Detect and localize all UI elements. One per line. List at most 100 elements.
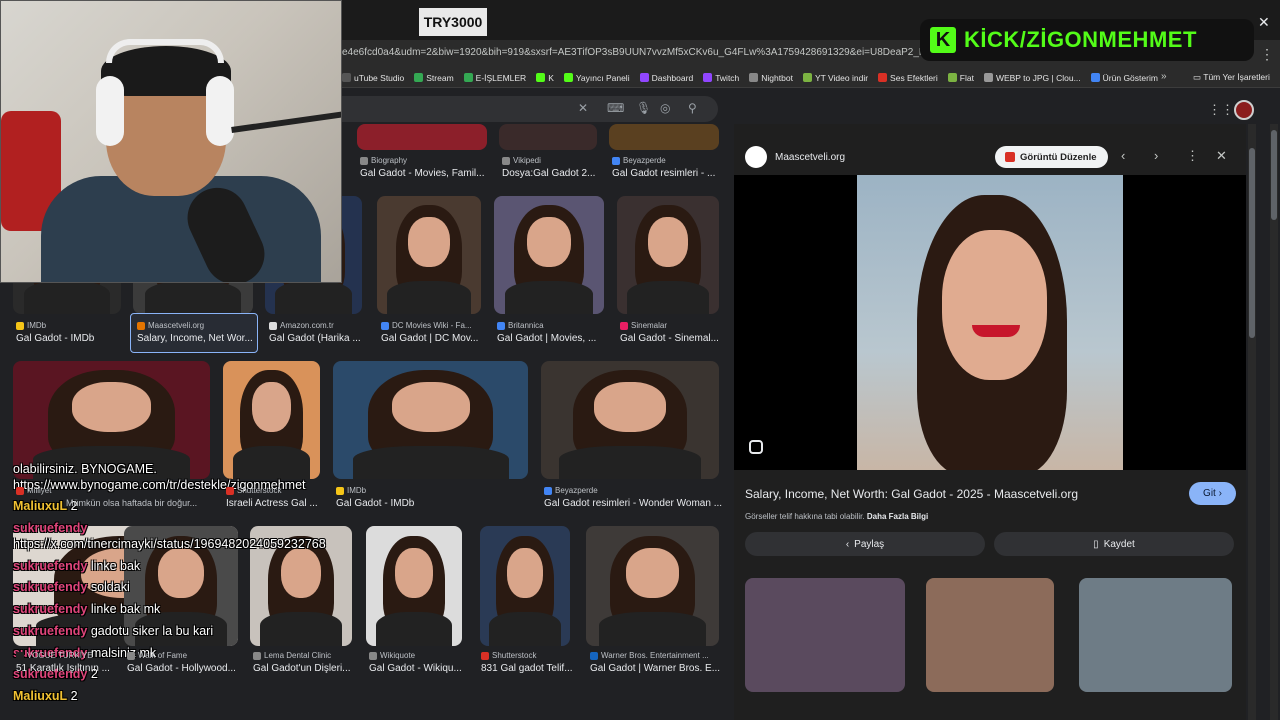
result-thumbnail[interactable]	[333, 361, 528, 479]
result-source[interactable]: Amazon.com.tr	[269, 321, 334, 330]
bookmark-item[interactable]: Ses Efektleri	[878, 73, 938, 83]
bookmark-item[interactable]: Yayıncı Paneli	[563, 73, 630, 83]
result-thumbnail[interactable]	[223, 361, 320, 479]
preview-image[interactable]	[857, 175, 1123, 470]
bookmark-item[interactable]: Stream	[414, 73, 454, 83]
next-arrow-icon[interactable]: ›	[1154, 148, 1158, 163]
result-thumbnail[interactable]	[609, 124, 719, 150]
share-button[interactable]: ‹ Paylaş	[745, 532, 985, 556]
page-scrollbar-thumb[interactable]	[1271, 130, 1277, 220]
result-source[interactable]: DC Movies Wiki - Fa...	[381, 321, 472, 330]
result-source[interactable]: Milliyet	[16, 486, 51, 495]
result-source[interactable]: IMDb	[336, 486, 366, 495]
bookmark-item[interactable]: K	[536, 73, 554, 83]
bookmark-item[interactable]: Nightbot	[749, 73, 793, 83]
bookmark-item[interactable]: YT Video indir	[802, 73, 868, 83]
clear-icon[interactable]: ✕	[578, 101, 588, 115]
result-source[interactable]: Shutterstock	[481, 651, 536, 660]
result-title[interactable]: 51 Karatlık Işıltının ...	[16, 663, 110, 674]
result-thumbnail[interactable]	[377, 196, 481, 314]
save-button[interactable]: ▯ Kaydet	[994, 532, 1234, 556]
result-thumbnail[interactable]	[480, 526, 570, 646]
related-image[interactable]	[926, 578, 1054, 692]
chat-message: sukruefendy gadotu siker la bu kari	[13, 624, 213, 638]
chat-message: https://x.com/tinercimayki/status/196948…	[13, 537, 326, 551]
result-title[interactable]: Dosya:Gal Gadot 2...	[502, 168, 595, 179]
result-title[interactable]: Gal Gadot'un Dişleri...	[253, 663, 351, 674]
result-title[interactable]: Gal Gadot | Warner Bros. E...	[590, 663, 720, 674]
result-title[interactable]: 831 Gal gadot Telif...	[481, 663, 573, 674]
related-image[interactable]	[1079, 578, 1232, 692]
result-title[interactable]: Gal Gadot - IMDb	[336, 498, 414, 509]
bookmark-label: Ürün Gösterim	[1102, 72, 1158, 83]
panel-close-icon[interactable]: ✕	[1216, 148, 1227, 164]
bookmarks-bar: uTube Studio Stream E-İŞLEMLER K Yayıncı Pan…	[340, 68, 1280, 88]
result-source[interactable]: Beyazperde	[544, 486, 598, 495]
bookmark-item[interactable]: Twitch	[703, 73, 739, 83]
result-thumbnail[interactable]	[617, 196, 719, 314]
result-title[interactable]: Gal Gadot - Hollywood...	[127, 663, 236, 674]
all-bookmarks-folder[interactable]: ▭ Tüm Yer İşaretleri	[1193, 72, 1270, 83]
result-source[interactable]: Wikiquote	[369, 651, 415, 660]
result-source[interactable]: Biography	[360, 156, 407, 165]
result-title[interactable]: Gal Gadot - Movies, Famil...	[360, 168, 484, 179]
result-source[interactable]: Maascetveli.org	[137, 321, 204, 330]
window-close-icon[interactable]: ✕	[1258, 14, 1270, 31]
visual-search-icon[interactable]	[749, 440, 763, 454]
result-source[interactable]: Walk of Fame	[127, 651, 187, 660]
panel-more-icon[interactable]: ⋮	[1186, 148, 1199, 164]
result-thumbnail[interactable]	[366, 526, 462, 646]
bookmark-item[interactable]: E-İŞLEMLER	[463, 73, 526, 83]
bookmark-item[interactable]: WEBP to JPG | Clou...	[983, 73, 1081, 83]
result-title[interactable]: Gal Gadot resimleri - Wonder Woman ...	[544, 498, 722, 509]
result-source[interactable]: Warner Bros. Entertainment ...	[590, 651, 709, 660]
bookmark-item[interactable]: Flat	[947, 73, 974, 83]
result-source[interactable]: VOGUE TÜRKİYE	[16, 651, 93, 660]
visit-button[interactable]: Git ›	[1189, 482, 1236, 505]
microphone-icon[interactable]: 🎙	[636, 101, 651, 115]
result-source[interactable]: Lema Dental Clinic	[253, 651, 331, 660]
result-source[interactable]: Beyazperde	[612, 156, 666, 165]
edit-icon	[1005, 152, 1015, 162]
result-title[interactable]: Salary, Income, Net Wor...	[137, 333, 253, 344]
learn-more-link[interactable]: Daha Fazla Bilgi	[867, 512, 928, 521]
result-title[interactable]: Gal Gadot | Movies, ...	[497, 333, 596, 344]
bookmark-item[interactable]: Ürün Gösterim	[1090, 72, 1158, 83]
result-title[interactable]: Gal Gadot - Sinemal...	[620, 333, 719, 344]
result-title[interactable]: Gal Gadot (Harika ...	[269, 333, 361, 344]
result-thumbnail[interactable]	[586, 526, 719, 646]
result-source[interactable]: IMDb	[16, 321, 46, 330]
keyboard-icon[interactable]: ⌨	[607, 101, 624, 115]
preview-title[interactable]: Salary, Income, Net Worth: Gal Gadot - 2…	[745, 487, 1078, 501]
result-title[interactable]: Gal Gadot - IMDb	[16, 333, 94, 344]
panel-site-name[interactable]: Maascetveli.org	[775, 152, 845, 163]
more-menu-icon[interactable]: ⋮	[1260, 46, 1274, 63]
panel-scrollbar-thumb[interactable]	[1249, 148, 1255, 338]
face-shape	[594, 382, 666, 432]
bookmarks-more-button[interactable]: »	[1161, 71, 1167, 82]
result-source[interactable]: Shutterstock	[226, 486, 281, 495]
bookmark-item[interactable]: uTube Studio	[342, 73, 404, 83]
prev-arrow-icon[interactable]: ‹	[1121, 148, 1125, 163]
result-thumbnail[interactable]	[494, 196, 604, 314]
result-thumbnail[interactable]	[499, 124, 597, 150]
edit-image-button[interactable]: Görüntü Düzenle	[995, 146, 1108, 168]
result-title[interactable]: Gal Gadot resimleri - ...	[612, 168, 715, 179]
result-source[interactable]: Sinemalar	[620, 321, 667, 330]
result-title[interactable]: Gal Gadot - Wikiqu...	[369, 663, 462, 674]
dress-shape	[599, 612, 706, 646]
lens-icon[interactable]: ◎	[660, 101, 670, 115]
search-icon[interactable]: ⚲	[688, 101, 697, 115]
result-title[interactable]: Gal Gadot | DC Mov...	[381, 333, 478, 344]
result-thumbnail[interactable]	[357, 124, 487, 150]
result-source[interactable]: Vikipedi	[502, 156, 541, 165]
bookmark-item[interactable]: Dashboard	[639, 73, 693, 83]
bookmark-favicon-icon	[878, 73, 888, 82]
result-source[interactable]: Britannica	[497, 321, 544, 330]
result-thumbnail[interactable]	[541, 361, 719, 479]
result-title[interactable]: Israeli Actress Gal ...	[226, 498, 318, 509]
url-text[interactable]: e4e6fcd0a4&udm=2&biw=1920&bih=919&sxsrf=…	[342, 47, 976, 58]
account-avatar[interactable]	[1234, 100, 1254, 120]
related-image[interactable]	[745, 578, 905, 692]
chat-username: sukruefendy	[13, 602, 88, 616]
